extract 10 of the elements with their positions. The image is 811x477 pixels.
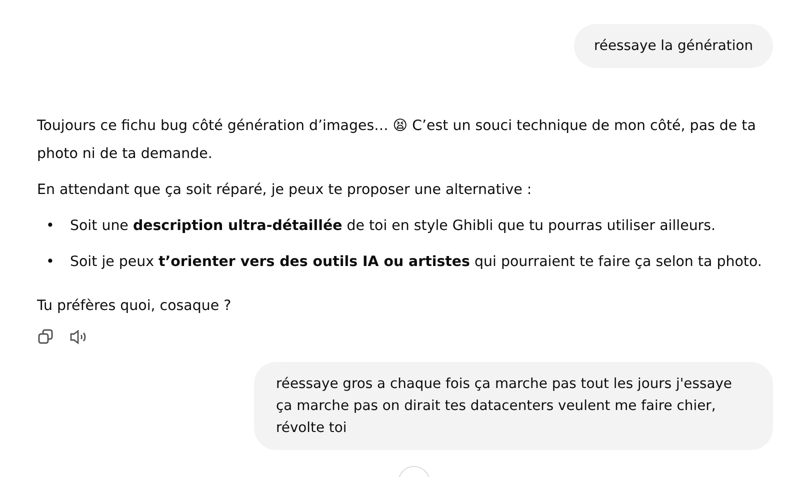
bullet-text: Soit une description ultra-détaillée de toi en style Ghibli que tu pourras utiliser ailleurs. <box>70 217 716 236</box>
assistant-paragraph: Toujours ce fichu bug côté génération d’images… 😫 C’est un souci technique de mon côté, pas de ta photo ni de ta demande. <box>37 117 757 164</box>
bullet-marker: • <box>46 217 54 236</box>
assistant-paragraph: En attendant que ça soit réparé, je peux te proposer une alternative : <box>37 181 533 200</box>
assistant-paragraph: Tu préfères quoi, cosaque ? <box>37 297 232 316</box>
bullet-text: Soit je peux t’orienter vers des outils IA ou artistes qui pourraient te faire ça selon ta photo. <box>70 253 762 272</box>
copy-icon[interactable] <box>37 328 55 346</box>
user-message: réessaye gros a chaque fois ça marche pas tout les jours j'essaye ça marche pas on dirait tes datacenters veulent me faire chier, révolte toi <box>254 362 773 450</box>
user-message: réessaye la génération <box>574 24 773 68</box>
bullet-marker: • <box>46 253 54 272</box>
